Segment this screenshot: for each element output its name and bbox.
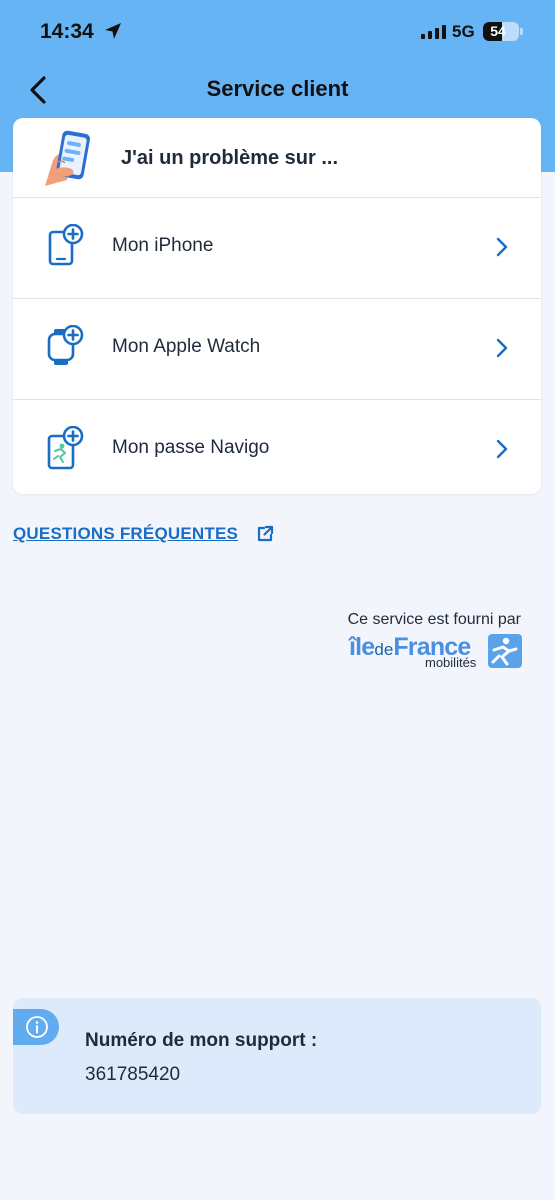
chevron-right-icon (496, 237, 508, 257)
info-icon (26, 1016, 48, 1038)
network-type: 5G (452, 22, 475, 41)
battery-icon: 54 (483, 22, 519, 41)
battery-percent: 54 (490, 23, 506, 39)
list-item-navigo[interactable]: Mon passe Navigo (13, 400, 541, 501)
idfm-logo: îledeFrance mobilités (349, 633, 524, 673)
idfm-logo-word-ile: île (349, 633, 375, 661)
faq-link[interactable]: QUESTIONS FRÉQUENTES (13, 524, 274, 544)
location-arrow-icon (105, 23, 121, 39)
list-item-iphone[interactable]: Mon iPhone (13, 198, 541, 299)
navigo-card-plus-icon (47, 426, 84, 470)
list-item-label: Mon Apple Watch (112, 336, 261, 357)
hand-holding-phone-illustration (45, 130, 90, 186)
support-number-value: 361785420 (85, 1064, 181, 1085)
support-number-label: Numéro de mon support : (85, 1030, 318, 1051)
external-link-icon (257, 525, 274, 542)
battery-cap (520, 28, 523, 35)
problem-card: J'ai un problème sur ... Mon iPhone Mon … (13, 118, 541, 494)
list-item-label: Mon iPhone (112, 235, 214, 256)
idfm-logo-word-de: de (374, 640, 394, 659)
info-badge (13, 1009, 59, 1045)
page-title: Service client (206, 76, 349, 101)
problem-card-header: J'ai un problème sur ... (13, 118, 541, 198)
provider-text: Ce service est fourni par (347, 611, 521, 628)
status-time: 14:34 (40, 20, 94, 43)
idfm-pedestrian-icon (488, 634, 522, 668)
problem-card-title: J'ai un problème sur ... (121, 147, 339, 169)
support-card: Numéro de mon support : 361785420 (13, 998, 541, 1114)
faq-link-label: QUESTIONS FRÉQUENTES (13, 524, 239, 543)
status-bar: 14:34 5G 54 (0, 0, 555, 62)
chevron-right-icon (496, 338, 508, 358)
idfm-logo-subtitle: mobilités (425, 655, 477, 670)
chevron-right-icon (496, 439, 508, 459)
list-item-apple-watch[interactable]: Mon Apple Watch (13, 299, 541, 400)
signal-strength-icon (421, 25, 446, 39)
list-item-label: Mon passe Navigo (112, 437, 270, 458)
watch-plus-icon (47, 325, 84, 365)
phone-plus-icon (48, 224, 84, 266)
nav-header: Service client (0, 62, 555, 118)
